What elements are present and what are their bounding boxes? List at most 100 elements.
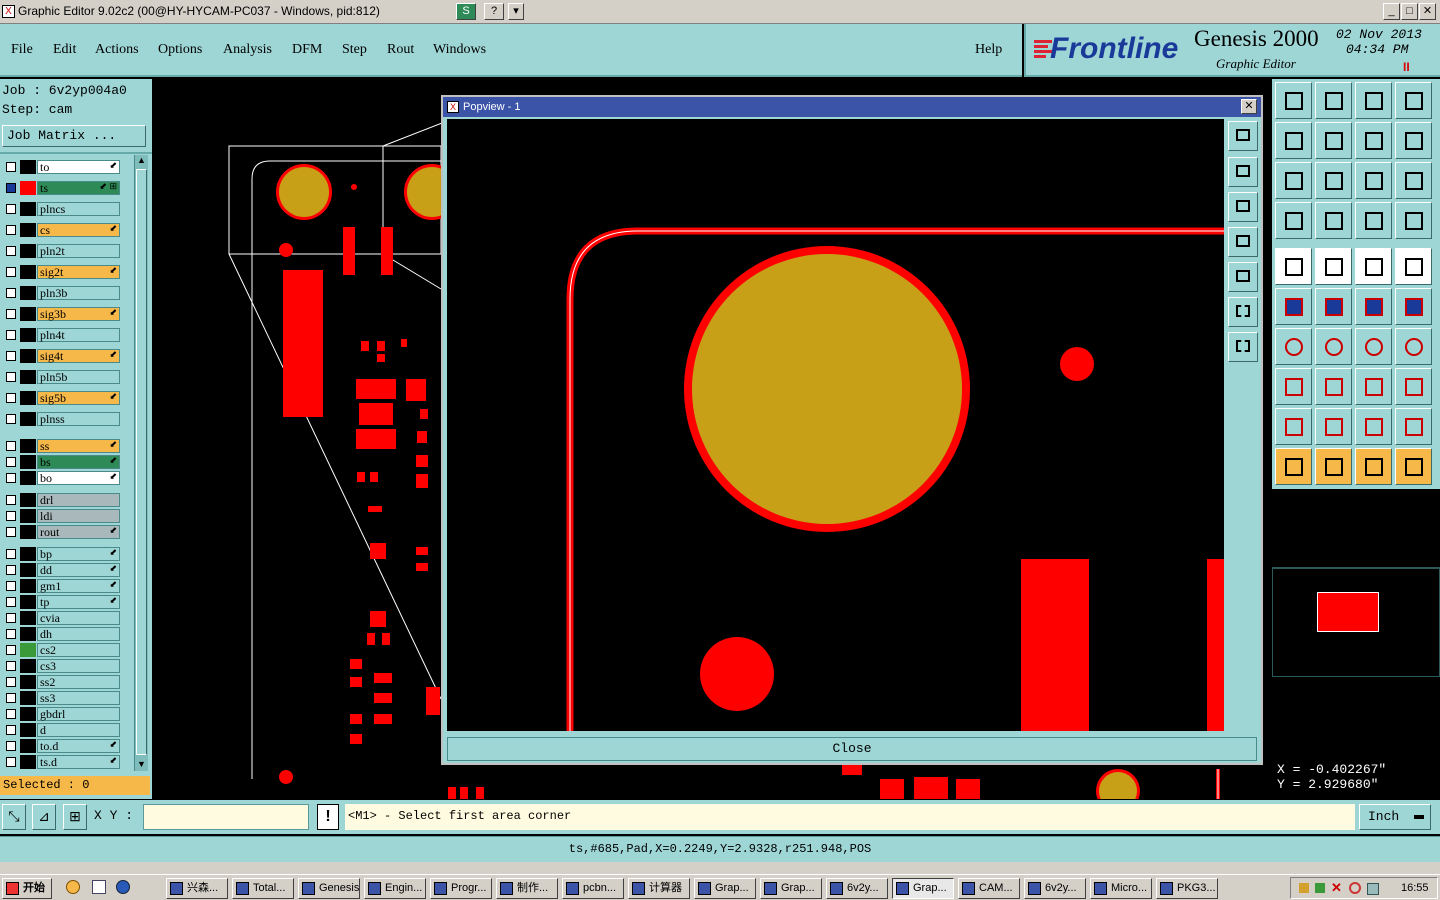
layer-checkbox[interactable] <box>6 309 16 319</box>
layer-row-ss2[interactable]: ss2 <box>3 675 120 689</box>
clock-launcher-icon[interactable] <box>66 880 80 894</box>
job-matrix-button[interactable]: Job Matrix ... <box>2 125 146 147</box>
layer-checkbox[interactable] <box>6 677 16 687</box>
taskbar-button[interactable]: pcbn... <box>562 878 624 899</box>
tool-arc-icon[interactable] <box>1355 328 1392 365</box>
layer-color-swatch[interactable] <box>20 707 36 721</box>
menu-dfm[interactable]: DFM <box>292 42 322 58</box>
layer-color-swatch[interactable] <box>20 579 36 593</box>
layer-row-pln2t[interactable]: pln2t <box>3 244 120 258</box>
browser-launcher-icon[interactable] <box>116 880 130 894</box>
tool-mirror-icon[interactable] <box>1355 122 1392 159</box>
layer-color-swatch[interactable] <box>20 627 36 641</box>
taskbar-button[interactable]: Micro... <box>1090 878 1152 899</box>
layer-checkbox[interactable] <box>6 351 16 361</box>
taskbar-button[interactable]: 6v2y... <box>1024 878 1086 899</box>
layer-color-swatch[interactable] <box>20 349 36 363</box>
layer-color-swatch[interactable] <box>20 265 36 279</box>
tool-net-icon[interactable] <box>1275 288 1312 325</box>
taskbar-button[interactable]: Genesis <box>298 878 360 899</box>
tool-ruler-icon[interactable] <box>1355 248 1392 285</box>
layer-name[interactable]: to <box>37 160 120 174</box>
layer-row-ss[interactable]: ss ⬋ <box>3 439 120 453</box>
layer-checkbox[interactable] <box>6 473 16 483</box>
popview-close-icon[interactable]: ✕ <box>1241 99 1257 114</box>
popview-tool-expand-icon[interactable] <box>1228 332 1258 362</box>
layer-checkbox[interactable] <box>6 741 16 751</box>
layer-name[interactable]: pln4t <box>37 328 120 342</box>
maximize-button[interactable]: □ <box>1401 3 1418 20</box>
layer-row-ts[interactable]: ts ⬋ ⊞ <box>3 181 120 195</box>
layer-checkbox[interactable] <box>6 725 16 735</box>
minimize-button[interactable]: _ <box>1383 3 1400 20</box>
tool-triangle-icon[interactable] <box>1275 408 1312 445</box>
taskbar-button[interactable]: Grap... <box>892 878 954 899</box>
layer-color-swatch[interactable] <box>20 202 36 216</box>
tool-select-rotate-icon[interactable] <box>1355 448 1392 485</box>
xy-input[interactable] <box>143 804 309 830</box>
taskbar-button[interactable]: PKG3... <box>1156 878 1218 899</box>
taskbar-button[interactable]: 计算器 <box>628 878 690 899</box>
layer-name[interactable]: dh <box>37 627 120 641</box>
menu-options[interactable]: Options <box>158 42 202 58</box>
layer-row-ts-d[interactable]: ts.d ⬋ <box>3 755 120 769</box>
tool-scale-1-2-icon[interactable] <box>1355 162 1392 199</box>
layer-row-pln5b[interactable]: pln5b <box>3 370 120 384</box>
tool-group-icon[interactable] <box>1395 368 1432 405</box>
layer-checkbox[interactable] <box>6 549 16 559</box>
taskbar-button[interactable]: Total... <box>232 878 294 899</box>
measure-tool-icon[interactable]: ⊿ <box>32 804 56 830</box>
tool-connect-icon[interactable] <box>1395 288 1432 325</box>
overview-map[interactable] <box>1272 567 1440 677</box>
layer-name[interactable]: ss3 <box>37 691 120 705</box>
layer-checkbox[interactable] <box>6 613 16 623</box>
layer-row-ss3[interactable]: ss3 <box>3 691 120 705</box>
layer-row-plncs[interactable]: plncs <box>3 202 120 216</box>
layer-checkbox[interactable] <box>6 414 16 424</box>
menu-file[interactable]: File <box>11 42 33 58</box>
layer-name[interactable]: sig2t <box>37 265 120 279</box>
tool-invert-icon[interactable] <box>1315 248 1352 285</box>
layer-color-swatch[interactable] <box>20 223 36 237</box>
layer-name[interactable]: sig3b <box>37 307 120 321</box>
menu-step[interactable]: Step <box>342 42 367 58</box>
layer-color-swatch[interactable] <box>20 525 36 539</box>
layer-color-swatch[interactable] <box>20 659 36 673</box>
layer-name[interactable]: to.d <box>37 739 120 753</box>
layer-row-rout[interactable]: rout ⬋ <box>3 525 120 539</box>
taskbar-button[interactable]: Progr... <box>430 878 492 899</box>
tool-center-line-icon[interactable] <box>1315 368 1352 405</box>
layer-checkbox[interactable] <box>6 511 16 521</box>
layer-color-swatch[interactable] <box>20 286 36 300</box>
layer-name[interactable]: pln5b <box>37 370 120 384</box>
layer-row-bp[interactable]: bp ⬋ <box>3 547 120 561</box>
taskbar-button[interactable]: Grap... <box>760 878 822 899</box>
layer-name[interactable]: cs <box>37 223 120 237</box>
layer-color-swatch[interactable] <box>20 412 36 426</box>
layer-name[interactable]: plncs <box>37 202 120 216</box>
menu-help[interactable]: Help <box>975 42 1002 58</box>
app-icon[interactable]: X <box>2 5 15 18</box>
tool-select-fill-icon[interactable] <box>1275 248 1312 285</box>
layer-name[interactable]: cvia <box>37 611 120 625</box>
tool-delete-node-icon[interactable] <box>1315 288 1352 325</box>
layer-color-swatch[interactable] <box>20 611 36 625</box>
popview-close-button[interactable]: Close <box>447 737 1257 761</box>
menu-edit[interactable]: Edit <box>53 42 76 58</box>
tool-fit-screen-icon[interactable] <box>1275 162 1312 199</box>
layer-color-swatch[interactable] <box>20 563 36 577</box>
layer-checkbox[interactable] <box>6 495 16 505</box>
layer-checkbox[interactable] <box>6 183 16 193</box>
layer-name[interactable]: bo <box>37 471 120 485</box>
layer-name[interactable]: bs <box>37 455 120 469</box>
layer-color-swatch[interactable] <box>20 493 36 507</box>
layer-color-swatch[interactable] <box>20 328 36 342</box>
layer-row-gbdrl[interactable]: gbdrl <box>3 707 120 721</box>
popview-tool-pan-down-icon[interactable] <box>1228 192 1258 222</box>
layer-row-sig3b[interactable]: sig3b ⬋ <box>3 307 120 321</box>
layer-color-swatch[interactable] <box>20 755 36 769</box>
tool-snap-red-icon[interactable] <box>1355 202 1392 239</box>
grid-tool-icon[interactable]: ⊞ <box>63 804 87 830</box>
snap-tool-icon[interactable]: ⤡ <box>2 804 26 830</box>
layer-color-swatch[interactable] <box>20 370 36 384</box>
